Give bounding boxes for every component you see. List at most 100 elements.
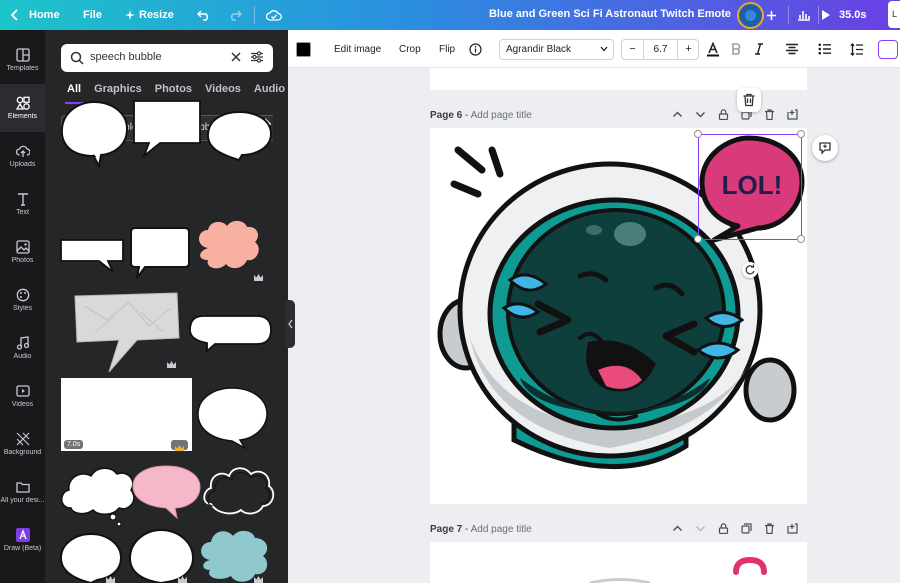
avatar[interactable] <box>737 2 764 29</box>
speech-bubble-outline-cloud[interactable] <box>203 467 275 515</box>
page-5-bottom[interactable] <box>430 68 807 90</box>
rail-item-uploads[interactable]: Uploads <box>0 132 45 180</box>
delete-page-icon[interactable] <box>764 523 775 534</box>
add-collaborator-icon[interactable] <box>766 0 777 30</box>
page-6-label: Page 6 - Add page title <box>430 110 532 121</box>
speech-bubble-pink-oval[interactable] <box>132 465 201 520</box>
background-icon <box>16 432 29 446</box>
page-7-title-input[interactable]: Add page title <box>471 524 532 535</box>
redo-icon[interactable] <box>228 0 242 30</box>
collapse-chevron-icon <box>288 319 293 329</box>
topbar-divider <box>788 6 789 24</box>
speech-bubble-crumpled-paper[interactable] <box>74 292 180 373</box>
insights-chart-icon[interactable] <box>797 0 811 30</box>
folder-icon <box>15 482 30 493</box>
document-title[interactable]: Blue and Green Sci Fi Astronaut Twitch E… <box>460 8 760 20</box>
speech-bubble-wide-oval[interactable] <box>206 110 273 162</box>
lock-page-icon[interactable] <box>718 109 729 120</box>
page-6-title-input[interactable]: Add page title <box>471 110 532 121</box>
selection-box[interactable] <box>698 134 802 240</box>
resize-handle[interactable] <box>797 130 805 138</box>
decrease-font-size-button[interactable]: − <box>622 40 644 59</box>
rail-item-templates[interactable]: Templates <box>0 36 45 84</box>
rail-item-text[interactable]: Text <box>0 180 45 228</box>
undo-icon[interactable] <box>197 0 211 30</box>
add-page-icon[interactable] <box>787 109 798 120</box>
move-page-down-icon[interactable] <box>695 109 706 120</box>
delete-page-icon[interactable] <box>764 109 775 120</box>
rail-label: Draw (Beta) <box>3 545 42 552</box>
context-toolbar: Edit image Crop Flip Agrandir Black − 6.… <box>288 30 900 68</box>
topbar-divider <box>254 6 255 24</box>
resize-handle[interactable] <box>694 130 702 138</box>
back-chevron-icon[interactable] <box>10 0 20 30</box>
speech-bubble-capsule[interactable] <box>189 315 272 353</box>
speech-bubble-rect-white[interactable] <box>133 100 201 159</box>
rotate-handle[interactable] <box>742 262 758 278</box>
play-duration: 35.0s <box>839 9 867 21</box>
speech-bubble-teal-cloud[interactable] <box>201 530 268 582</box>
crop-button[interactable]: Crop <box>399 30 421 68</box>
speech-bubble-thought-cloud[interactable] <box>61 467 135 527</box>
speech-bubble-rect-small[interactable] <box>60 239 124 273</box>
move-page-down-icon[interactable] <box>695 523 706 534</box>
page-7-number: Page 7 <box>430 524 463 535</box>
elements-panel: speech bubble All Graphics Photos Videos… <box>45 30 288 583</box>
bold-icon[interactable] <box>731 30 741 68</box>
text-color-icon[interactable] <box>706 30 720 68</box>
photos-icon <box>15 240 30 254</box>
rail-item-styles[interactable]: Styles <box>0 276 45 324</box>
rail-label: Background <box>3 449 42 456</box>
premium-crown-icon <box>167 361 176 368</box>
resize-handle[interactable] <box>694 235 702 243</box>
rail-label: Elements <box>7 113 38 120</box>
flip-button[interactable]: Flip <box>439 30 455 68</box>
speech-bubble-oval-white[interactable] <box>60 100 129 169</box>
rail-item-background[interactable]: Background <box>0 420 45 468</box>
rail-item-audio[interactable]: Audio <box>0 324 45 372</box>
rail-item-draw[interactable]: Draw (Beta) <box>0 516 45 564</box>
speech-bubble-pink-cloud[interactable] <box>198 220 259 269</box>
rail-item-photos[interactable]: Photos <box>0 228 45 276</box>
panel-collapse-handle[interactable] <box>286 300 295 348</box>
info-icon[interactable] <box>469 30 482 68</box>
italic-icon[interactable] <box>755 30 763 68</box>
resize-button[interactable]: Resize <box>139 0 174 30</box>
more-options-button[interactable] <box>878 40 898 59</box>
move-page-up-icon[interactable] <box>672 109 683 120</box>
color-swatch[interactable] <box>296 42 311 57</box>
move-page-up-icon[interactable] <box>672 523 683 534</box>
font-size-stepper: − 6.7 + <box>621 39 699 60</box>
delete-element-button[interactable] <box>737 88 761 112</box>
duplicate-page-icon[interactable] <box>741 523 752 534</box>
rail-label: Uploads <box>9 161 36 168</box>
rail-item-all-designs[interactable]: All your desi... <box>0 468 45 516</box>
increase-font-size-button[interactable]: + <box>677 40 699 59</box>
page-7[interactable] <box>430 542 807 583</box>
resize-icon[interactable] <box>125 0 135 30</box>
elements-icon <box>15 96 30 110</box>
edit-image-button[interactable]: Edit image <box>334 30 381 68</box>
rail-item-elements[interactable]: Elements <box>0 84 45 132</box>
font-size-input[interactable]: 6.7 <box>644 40 677 59</box>
speech-bubble-oval-large[interactable] <box>197 387 268 451</box>
spacing-icon[interactable] <box>850 30 864 68</box>
file-menu[interactable]: File <box>83 0 102 30</box>
share-icon: L <box>892 9 898 19</box>
add-comment-button[interactable] <box>812 135 838 161</box>
font-family-select[interactable]: Agrandir Black <box>499 39 614 60</box>
lock-page-icon[interactable] <box>718 523 729 534</box>
share-button[interactable]: L <box>888 1 900 28</box>
cloud-save-icon[interactable] <box>266 0 282 30</box>
align-center-icon[interactable] <box>785 30 799 68</box>
templates-icon <box>15 48 30 62</box>
left-rail: Templates Elements Uploads Text Photos S… <box>0 30 45 583</box>
add-page-icon[interactable] <box>787 523 798 534</box>
list-icon[interactable] <box>818 30 832 68</box>
present-button[interactable]: 35.0s <box>821 0 867 30</box>
rail-item-videos[interactable]: Videos <box>0 372 45 420</box>
resize-handle[interactable] <box>797 235 805 243</box>
speech-bubble-rounded-rect[interactable] <box>130 227 190 279</box>
home-button[interactable]: Home <box>29 0 60 30</box>
canvas-area: Page 6 - Add page title LOL! Page 7 - Ad… <box>295 68 900 583</box>
